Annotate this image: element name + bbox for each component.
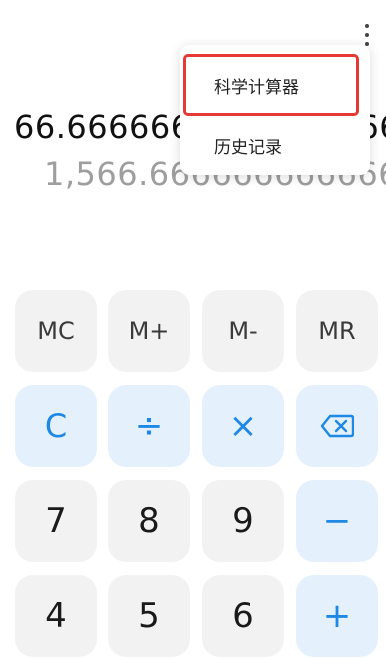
- digit-5-button[interactable]: 5: [108, 575, 190, 657]
- memory-add-button[interactable]: M+: [108, 290, 190, 372]
- digit-9-button[interactable]: 9: [202, 480, 284, 562]
- backspace-icon: [320, 414, 354, 438]
- clear-button[interactable]: C: [15, 385, 97, 467]
- overflow-menu: 科学计算器 历史记录: [180, 45, 370, 175]
- multiply-button[interactable]: ×: [202, 385, 284, 467]
- digit-4-button[interactable]: 4: [15, 575, 97, 657]
- digit-8-button[interactable]: 8: [108, 480, 190, 562]
- backspace-button[interactable]: [296, 385, 378, 467]
- digit-7-button[interactable]: 7: [15, 480, 97, 562]
- menu-item-history[interactable]: 历史记录: [186, 117, 356, 173]
- menu-item-scientific-calculator[interactable]: 科学计算器: [183, 54, 359, 116]
- minus-button[interactable]: −: [296, 480, 378, 562]
- memory-recall-button[interactable]: MR: [296, 290, 378, 372]
- divide-button[interactable]: ÷: [108, 385, 190, 467]
- memory-subtract-button[interactable]: M-: [202, 290, 284, 372]
- digit-6-button[interactable]: 6: [202, 575, 284, 657]
- plus-button[interactable]: +: [296, 575, 378, 657]
- memory-clear-button[interactable]: MC: [15, 290, 97, 372]
